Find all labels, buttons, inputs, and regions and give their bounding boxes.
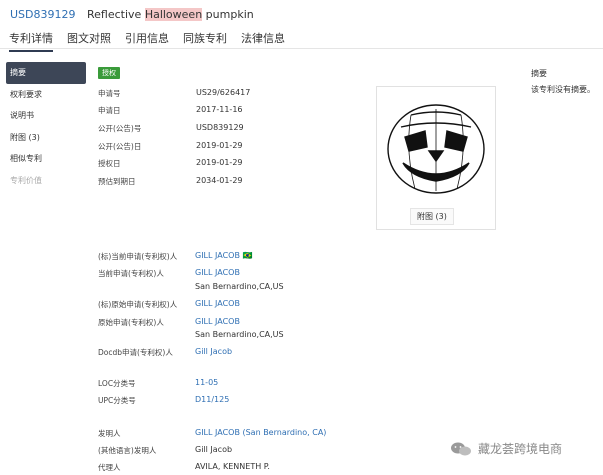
class-value-loc[interactable]: 11-05 [195,378,218,387]
field-value-expiry: 2034-01-29 [196,176,243,185]
inventor-value[interactable]: GILL JACOB (San Bernardino, CA) [195,428,326,437]
tab-divider [0,48,603,49]
party-name-4[interactable]: Gill Jacob [195,347,232,356]
patent-header: USD839129 Reflective Halloween pumpkin [10,8,254,21]
pumpkin-drawing-icon [387,104,485,194]
figure-panel[interactable]: 附图 (3) [376,86,496,230]
flag-icon: 🇧🇷 [242,251,253,260]
party-name-0[interactable]: GILL JACOB [195,251,240,260]
field-label-pub-no: 公开(公告)号 [98,124,142,133]
sidebar-item-abstract[interactable]: 摘要 [6,62,86,84]
other-inventor-label: (其他语言)发明人 [98,446,157,455]
title-part-1: Reflective [87,8,145,21]
field-value-grant-date: 2019-01-29 [196,158,243,167]
watermark: 藏龙荟跨境电商 [450,440,562,457]
title-highlight: Halloween [144,8,203,21]
party-addr-3: San Bernardino,CA,US [195,330,284,339]
abstract-text: 该专利没有摘要。 [531,85,595,94]
field-label-expiry: 预估到期日 [98,177,136,186]
party-label-1: 当前申请(专利权)人 [98,269,164,278]
wechat-icon [451,442,471,455]
party-name-2[interactable]: GILL JACOB [195,299,240,308]
party-label-4: Docdb申请(专利权)人 [98,348,173,357]
abstract-title: 摘要 [531,69,547,78]
party-label-2: (标)原始申请(专利权)人 [98,300,178,309]
sidebar-item-description[interactable]: 说明书 [6,105,86,127]
watermark-text: 藏龙荟跨境电商 [478,442,563,456]
party-name-3[interactable]: GILL JACOB [195,317,240,326]
party-label-0: (标)当前申请(专利权)人 [98,252,178,261]
field-value-app-no: US29/626417 [196,88,251,97]
field-value-pub-no: USD839129 [196,123,244,132]
party-link-0[interactable]: GILL JACOB 🇧🇷 [195,251,252,260]
sidebar-item-value[interactable]: 专利价值 [6,170,86,192]
inventor-label: 发明人 [98,429,121,438]
party-addr-1: San Bernardino,CA,US [195,282,284,291]
party-label-3: 原始申请(专利权)人 [98,318,164,327]
status-badge: 授权 [98,67,120,79]
party-name-1[interactable]: GILL JACOB [195,268,240,277]
class-label-upc: UPC分类号 [98,396,136,405]
patent-title: Reflective Halloween pumpkin [87,8,254,21]
patent-number[interactable]: USD839129 [10,8,76,21]
sidebar-item-similar[interactable]: 相似专利 [6,148,86,170]
class-label-loc: LOC分类号 [98,379,136,388]
class-value-upc[interactable]: D11/125 [195,395,229,404]
agent-value: AVILA, KENNETH P. [195,462,270,471]
field-label-grant-date: 授权日 [98,159,121,168]
sidebar-item-claims[interactable]: 权利要求 [6,84,86,106]
figures-button[interactable]: 附图 (3) [410,208,454,225]
field-label-pub-date: 公开(公告)日 [98,142,142,151]
field-label-app-date: 申请日 [98,106,121,115]
sidebar-item-figures[interactable]: 附图 (3) [6,127,86,149]
field-value-app-date: 2017-11-16 [196,105,243,114]
other-inventor-value: Gill Jacob [195,445,233,454]
agent-label: 代理人 [98,463,121,472]
field-label-app-no: 申请号 [98,89,121,98]
title-part-2: pumpkin [202,8,254,21]
field-value-pub-date: 2019-01-29 [196,141,243,150]
sidebar: 摘要 权利要求 说明书 附图 (3) 相似专利 专利价值 [6,62,86,191]
